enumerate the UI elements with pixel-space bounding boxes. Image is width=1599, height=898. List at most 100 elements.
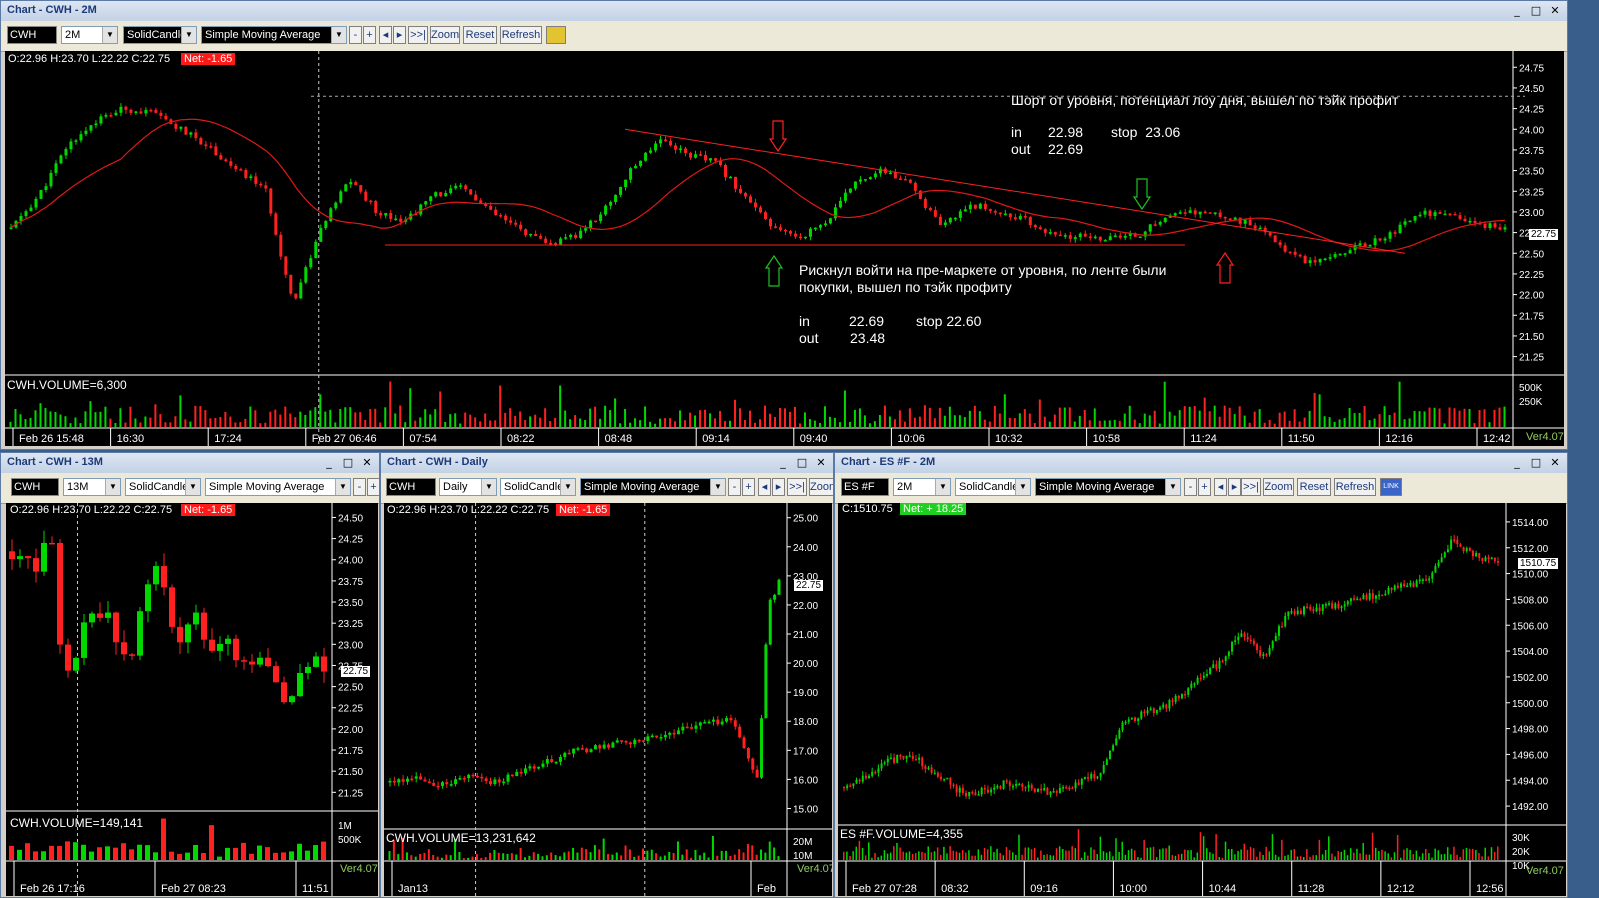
daily-titlebar[interactable]: Chart - CWH - Daily _ □ ✕ bbox=[381, 453, 833, 473]
minimize-button[interactable]: _ bbox=[1509, 3, 1525, 18]
zoom-out-button[interactable]: - bbox=[728, 478, 741, 496]
scroll-end-button[interactable]: >>| bbox=[1241, 478, 1261, 496]
candle-body bbox=[113, 612, 119, 643]
w13-plot-area[interactable]: 24.50 24.25 24.00 23.75 23.50 23.25 23.00 22.75… bbox=[6, 503, 378, 896]
interval-select[interactable]: 2M ▼ bbox=[61, 26, 118, 44]
close-button[interactable]: ✕ bbox=[1547, 3, 1563, 18]
close-button[interactable]: ✕ bbox=[813, 455, 829, 470]
candle-body bbox=[918, 757, 921, 760]
volume-bar bbox=[1459, 856, 1461, 860]
interval-select[interactable]: 2M ▼ bbox=[893, 478, 951, 496]
candle-body bbox=[279, 234, 283, 257]
volume-bar bbox=[1418, 856, 1421, 860]
zoom-in-button[interactable]: + bbox=[742, 478, 755, 496]
chart-type-select[interactable]: SolidCandle ▼ bbox=[125, 478, 201, 496]
volume-bar bbox=[1268, 419, 1271, 427]
zoom-out-button[interactable]: - bbox=[353, 478, 366, 496]
indicator-select[interactable]: Simple Moving Average ▼ bbox=[201, 26, 347, 44]
candle-body bbox=[174, 123, 178, 129]
minimize-button[interactable]: _ bbox=[775, 455, 791, 470]
volume-bar bbox=[1190, 850, 1192, 860]
indicator-select[interactable]: Simple Moving Average ▼ bbox=[205, 478, 351, 496]
reset-button[interactable]: Reset bbox=[463, 26, 497, 44]
link-button[interactable]: LINK bbox=[1380, 478, 1402, 496]
zoom-in-button[interactable]: + bbox=[1198, 478, 1211, 496]
candle-body bbox=[1284, 615, 1287, 627]
zoom-button[interactable]: Zoom bbox=[1263, 478, 1294, 496]
volume-bar bbox=[1497, 846, 1499, 860]
maximize-button[interactable]: □ bbox=[794, 455, 810, 470]
volume-bar bbox=[873, 421, 876, 427]
es-titlebar[interactable]: Chart - ES #F - 2M _ □ ✕ bbox=[835, 453, 1567, 473]
candle-body bbox=[983, 203, 987, 210]
candle-body bbox=[241, 660, 247, 662]
chart-type-select[interactable]: SolidCandle ▼ bbox=[123, 26, 197, 44]
candle-body bbox=[329, 208, 333, 222]
zoom-button[interactable]: Zoom bbox=[430, 26, 460, 44]
minimize-button[interactable]: _ bbox=[321, 455, 337, 470]
scroll-left-button[interactable]: ◂ bbox=[379, 26, 392, 44]
minimize-button[interactable]: _ bbox=[1509, 455, 1525, 470]
indicator-value: Simple Moving Average bbox=[584, 481, 700, 493]
candle-body bbox=[1193, 210, 1197, 215]
candle-body bbox=[903, 178, 907, 181]
w13-titlebar[interactable]: Chart - CWH - 13M _ □ ✕ bbox=[1, 453, 379, 473]
volume-bar bbox=[1198, 410, 1201, 427]
close-button[interactable]: ✕ bbox=[359, 455, 375, 470]
maximize-button[interactable]: □ bbox=[1528, 3, 1544, 18]
refresh-button[interactable]: Refresh bbox=[1334, 478, 1376, 496]
symbol-input[interactable]: CWH bbox=[386, 478, 436, 496]
daily-plot-area[interactable]: 25.00 24.00 23.00 22.00 21.00 20.00 19.00 18.00… bbox=[384, 503, 832, 896]
indicator-value: Simple Moving Average bbox=[209, 481, 325, 493]
zoom-in-button[interactable]: + bbox=[367, 478, 379, 496]
maximize-button[interactable]: □ bbox=[1528, 455, 1544, 470]
scroll-end-button[interactable]: >>| bbox=[787, 478, 807, 496]
zoom-button[interactable]: Zoom bbox=[809, 478, 833, 496]
scroll-left-button[interactable]: ◂ bbox=[1214, 478, 1227, 496]
candle-body bbox=[868, 775, 871, 779]
volume-bar bbox=[41, 851, 46, 860]
scroll-end-button[interactable]: >>| bbox=[408, 26, 428, 44]
scroll-right-button[interactable]: ▸ bbox=[772, 478, 785, 496]
volume-bar bbox=[593, 845, 596, 860]
candle-body bbox=[25, 556, 31, 559]
scroll-left-button[interactable]: ◂ bbox=[758, 478, 771, 496]
main-plot-area[interactable]: 24.75 24.50 24.25 24.00 23.75 23.50 23.25 23.00… bbox=[5, 51, 1564, 446]
main-titlebar[interactable]: Chart - CWH - 2M _ □ ✕ bbox=[1, 1, 1567, 21]
zoom-out-button[interactable]: - bbox=[349, 26, 362, 44]
candle-body bbox=[19, 215, 23, 221]
red-arrow-down-icon bbox=[768, 120, 788, 153]
zoom-out-button[interactable]: - bbox=[1184, 478, 1197, 496]
chart-13m-window: Chart - CWH - 13M _ □ ✕ CWH 13M ▼ SolidCa… bbox=[0, 452, 380, 898]
volume-label: CWH.VOLUME=149,141 bbox=[10, 816, 144, 830]
candle-body bbox=[1218, 212, 1222, 217]
refresh-button[interactable]: Refresh bbox=[500, 26, 542, 44]
candle-body bbox=[607, 744, 611, 748]
candle-body bbox=[928, 208, 932, 211]
symbol-input[interactable]: CWH bbox=[7, 26, 57, 44]
interval-select[interactable]: Daily ▼ bbox=[439, 478, 497, 496]
candle-body bbox=[1252, 640, 1255, 645]
volume-bar bbox=[768, 841, 771, 860]
zoom-in-button[interactable]: + bbox=[363, 26, 376, 44]
volume-bar bbox=[1298, 421, 1301, 427]
chart-type-select[interactable]: SolidCandle ▼ bbox=[500, 478, 576, 496]
candle-body bbox=[194, 132, 198, 139]
close-button[interactable]: ✕ bbox=[1547, 455, 1563, 470]
es-plot-area[interactable]: 1514.00 1512.00 1510.00 1508.00 1506.00 1504.… bbox=[838, 503, 1566, 896]
indicator-select[interactable]: Simple Moving Average ▼ bbox=[1035, 478, 1181, 496]
symbol-input[interactable]: CWH bbox=[11, 478, 59, 496]
link-icon[interactable] bbox=[546, 26, 566, 44]
interval-select[interactable]: 13M ▼ bbox=[63, 478, 121, 496]
indicator-select[interactable]: Simple Moving Average ▼ bbox=[580, 478, 726, 496]
maximize-button[interactable]: □ bbox=[340, 455, 356, 470]
scroll-right-button[interactable]: ▸ bbox=[1228, 478, 1241, 496]
candle-body bbox=[81, 622, 87, 658]
reset-button[interactable]: Reset bbox=[1297, 478, 1331, 496]
chart-type-select[interactable]: SolidCandle ▼ bbox=[955, 478, 1031, 496]
symbol-input[interactable]: ES #F bbox=[841, 478, 889, 496]
candle-body bbox=[184, 126, 188, 135]
scroll-right-button[interactable]: ▸ bbox=[393, 26, 406, 44]
volume-bar bbox=[284, 406, 287, 427]
volume-bar bbox=[1093, 849, 1095, 860]
